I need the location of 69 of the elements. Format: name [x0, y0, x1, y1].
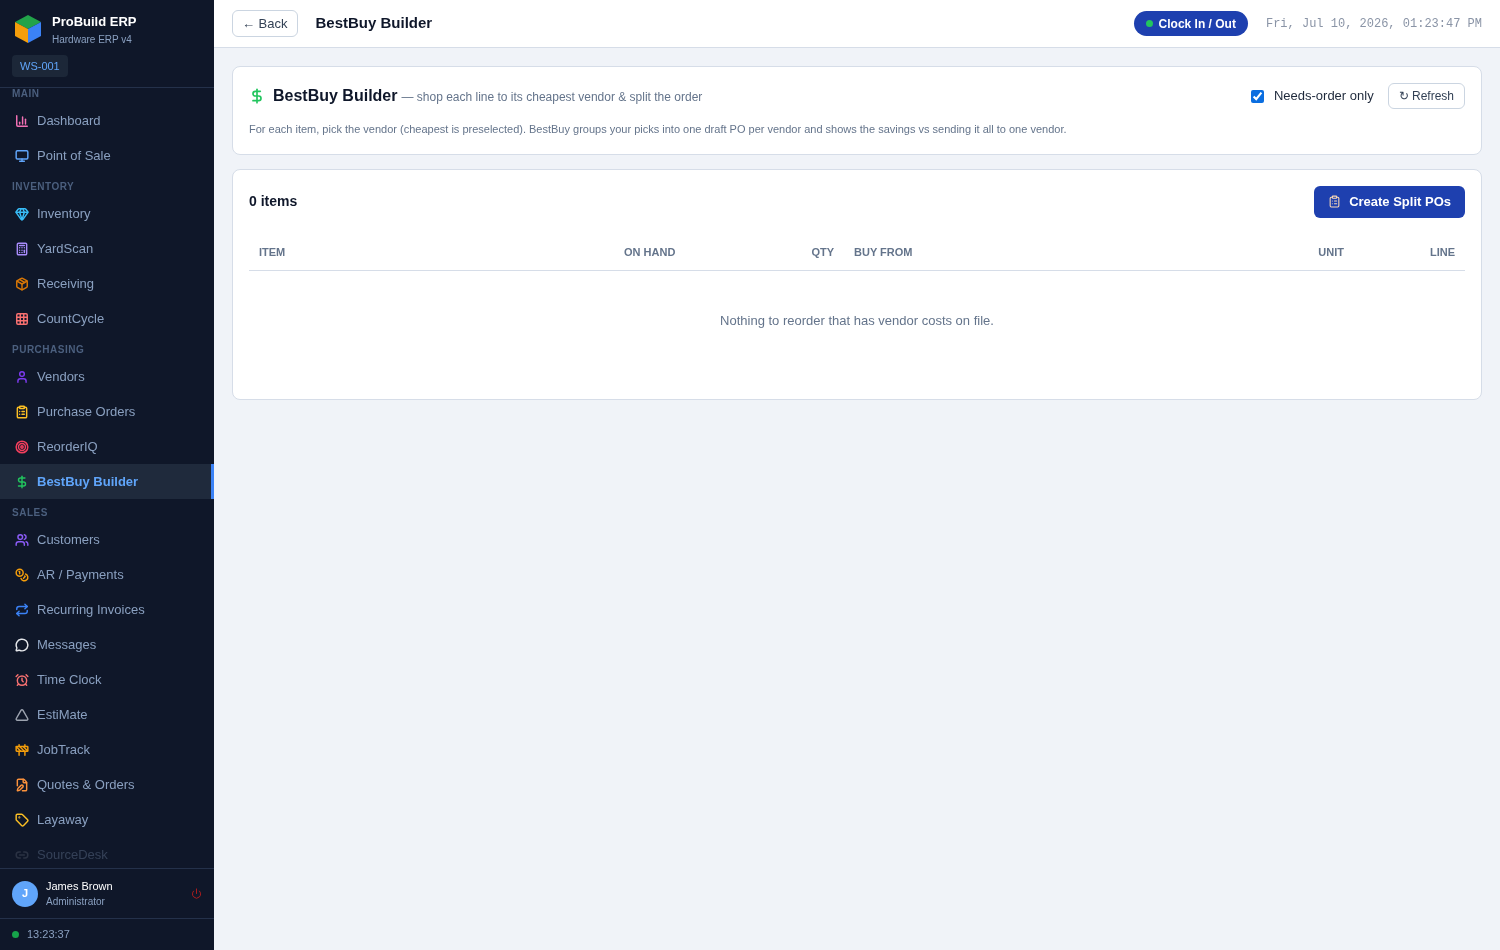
- section-label: MAIN: [11, 88, 41, 101]
- grid-icon: [15, 311, 29, 326]
- column-header: BUY FROM: [853, 245, 914, 261]
- dollar-icon: [249, 88, 265, 104]
- card-tagline: — shop each line to its cheapest vendor & split the order: [401, 89, 703, 106]
- clipboard-icon: [15, 404, 29, 419]
- clock-in-out-button[interactable]: Clock In / Out: [1133, 11, 1248, 36]
- nav-item[interactable]: ReorderIQ: [0, 429, 214, 464]
- document-pen-icon: [15, 777, 29, 792]
- nav-item[interactable]: Point of Sale: [0, 138, 214, 173]
- needs-order-checkbox[interactable]: [1250, 89, 1264, 103]
- date-time: Fri, Jul 10, 2026, 01:23:47 PM: [1265, 15, 1482, 33]
- nav-item[interactable]: Layaway: [0, 802, 214, 837]
- back-button[interactable]: ← Back: [232, 9, 298, 38]
- cube-logo-icon: [12, 13, 44, 46]
- nav-item[interactable]: CountCycle: [0, 301, 214, 336]
- nav-item[interactable]: Customers: [0, 522, 214, 557]
- column-header: ON HAND: [623, 245, 677, 261]
- column-header: ITEM: [258, 245, 287, 261]
- nav-item[interactable]: EstiMate: [0, 697, 214, 732]
- section-label: INVENTORY: [11, 179, 76, 194]
- description: For each item, pick the vendor (cheapest is preselected). BestBuy groups your picks into one draft PO per vendor and shows the savings vs sending it all to one vendor.: [249, 122, 1068, 137]
- nav-item[interactable]: YardScan: [0, 231, 214, 266]
- person-icon: [15, 369, 29, 384]
- brand-name: ProBuild ERP: [52, 13, 137, 31]
- dollar-icon: [15, 474, 29, 489]
- tag-icon: [15, 812, 29, 827]
- package-icon: [15, 276, 29, 291]
- alarm-clock-icon: [15, 672, 29, 687]
- monitor-icon: [15, 148, 29, 163]
- empty-message: Nothing to reorder that has vendor costs on file.: [720, 311, 994, 330]
- sidebar-clock: 13:23:37: [27, 927, 70, 943]
- workstation-badge: WS-001: [12, 54, 68, 77]
- nav-item[interactable]: BestBuy Builder: [0, 464, 214, 499]
- nav-item[interactable]: JobTrack: [0, 732, 214, 767]
- column-header: LINE: [1428, 245, 1456, 261]
- bar-chart-icon: [15, 113, 29, 128]
- nav-item[interactable]: Purchase Orders: [0, 394, 214, 429]
- create-split-pos-button[interactable]: Create Split POs: [1314, 185, 1465, 218]
- target-icon: [15, 439, 29, 454]
- nav-item[interactable]: Inventory: [0, 196, 214, 231]
- logout-icon[interactable]: [191, 888, 202, 899]
- nav-item[interactable]: Quotes & Orders: [0, 767, 214, 802]
- nav-item[interactable]: Dashboard: [0, 103, 214, 138]
- user-avatar: J: [12, 880, 38, 907]
- checkbox-label: Needs-order only: [1273, 87, 1374, 106]
- section-label: PURCHASING: [11, 342, 86, 357]
- nav-item[interactable]: Vendors: [0, 359, 214, 394]
- user-name: James Brown: [46, 878, 114, 894]
- nav-item[interactable]: Messages: [0, 627, 214, 662]
- calculator-icon: [15, 241, 29, 256]
- nav-item[interactable]: Receiving: [0, 266, 214, 301]
- speech-bubble-icon: [15, 637, 29, 652]
- repeat-icon: [15, 602, 29, 617]
- column-header: QTY: [810, 245, 835, 261]
- user-role: Administrator: [46, 895, 106, 910]
- gem-icon: [15, 206, 29, 221]
- section-label: SALES: [11, 505, 49, 520]
- brand-subtitle: Hardware ERP v4: [52, 32, 133, 47]
- nav-item[interactable]: AR / Payments: [0, 557, 214, 592]
- clipboard-icon: [1328, 195, 1342, 208]
- item-count: 0 items: [249, 192, 298, 211]
- people-icon: [15, 532, 29, 547]
- refresh-button[interactable]: ↻ Refresh: [1387, 83, 1465, 109]
- card-title: BestBuy Builder: [273, 86, 398, 106]
- nav-item[interactable]: Recurring Invoices: [0, 592, 214, 627]
- column-header: UNIT: [1317, 245, 1345, 261]
- nav-item[interactable]: Time Clock: [0, 662, 214, 697]
- page-title: BestBuy Builder: [315, 13, 434, 34]
